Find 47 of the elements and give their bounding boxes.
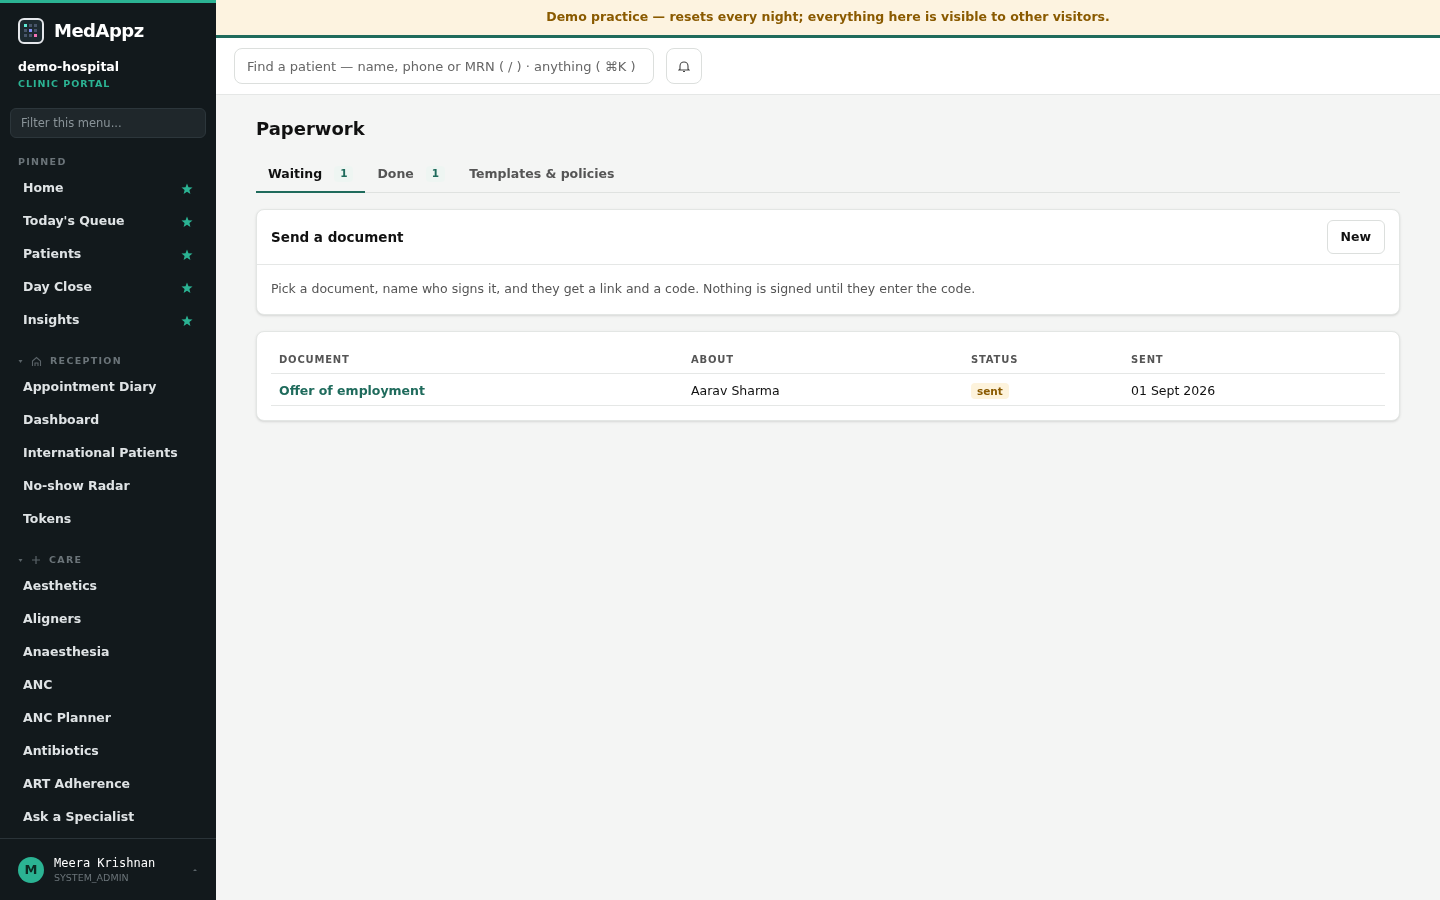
tab[interactable]: Templates & policies [457, 157, 627, 193]
nav-item[interactable]: Appointment Diary [23, 378, 157, 397]
user-name: Meera Krishnan [54, 855, 157, 871]
nav-item[interactable]: Tokens [23, 510, 72, 529]
table-cell: Aarav Sharma [691, 382, 780, 398]
page-title: Paperwork [256, 117, 366, 141]
nav-item[interactable]: No-show Radar [23, 477, 130, 496]
status-badge: sent [971, 382, 1009, 399]
nav-item[interactable]: Patients [23, 245, 82, 264]
user-role: SYSTEM_ADMIN [54, 870, 130, 884]
nav-item[interactable]: Insights [23, 311, 80, 330]
tab[interactable]: Waiting 1 [256, 157, 366, 193]
filter-field[interactable]: Filter this menu... [10, 108, 206, 138]
column-header: ABOUT [691, 354, 734, 365]
card-title: Send a document [271, 227, 404, 247]
nav-item[interactable]: Anaesthesia [23, 643, 110, 662]
nav-item[interactable]: ANC [23, 676, 53, 695]
column-header: SENT [1131, 354, 1164, 365]
nav-item[interactable]: Aesthetics [23, 577, 98, 596]
column-header: DOCUMENT [279, 354, 350, 365]
org-subtitle: CLINIC PORTAL [18, 76, 112, 91]
search-field[interactable]: Find a patient — name, phone or MRN ( / ) · anything ( ⌘K ) [234, 48, 654, 84]
table-cell: 01 Sept 2026 [1131, 382, 1216, 398]
new-button[interactable]: New [1326, 220, 1385, 254]
count-badge: 1 [334, 166, 354, 182]
nav-item[interactable]: Dashboard [23, 411, 100, 430]
nav-item[interactable]: Today's Queue [23, 212, 125, 231]
document-link[interactable]: Offer of employment [279, 382, 425, 398]
nav-item[interactable]: Antibiotics [23, 742, 99, 761]
column-header: STATUS [971, 354, 1019, 365]
card-description: Pick a document, name who signs it, and they get a link and a code. Nothing is signed until they enter the code. [270, 280, 977, 298]
org-name: demo-hospital [18, 58, 121, 76]
demo-banner: Demo practice — resets every night; everything here is visible to other visitors. [216, 0, 1440, 38]
section-label: PINNED [18, 154, 67, 169]
tab[interactable]: Done 1 [365, 157, 458, 193]
nav-item[interactable]: Aligners [23, 610, 82, 629]
section-label: RECEPTION [50, 353, 122, 368]
nav-item[interactable]: Ask a Specialist [23, 808, 135, 827]
count-badge: 1 [425, 166, 446, 182]
app-logo: MedAppz [54, 19, 144, 43]
nav-item[interactable]: Day Close [23, 278, 92, 297]
nav-item[interactable]: Home [23, 179, 64, 198]
nav-item[interactable]: ANC Planner [23, 709, 111, 728]
section-label: CARE [49, 552, 83, 567]
nav-item[interactable]: International Patients [23, 444, 178, 463]
nav-item[interactable]: ART Adherence [23, 775, 131, 794]
user-avatar: M [18, 856, 44, 883]
